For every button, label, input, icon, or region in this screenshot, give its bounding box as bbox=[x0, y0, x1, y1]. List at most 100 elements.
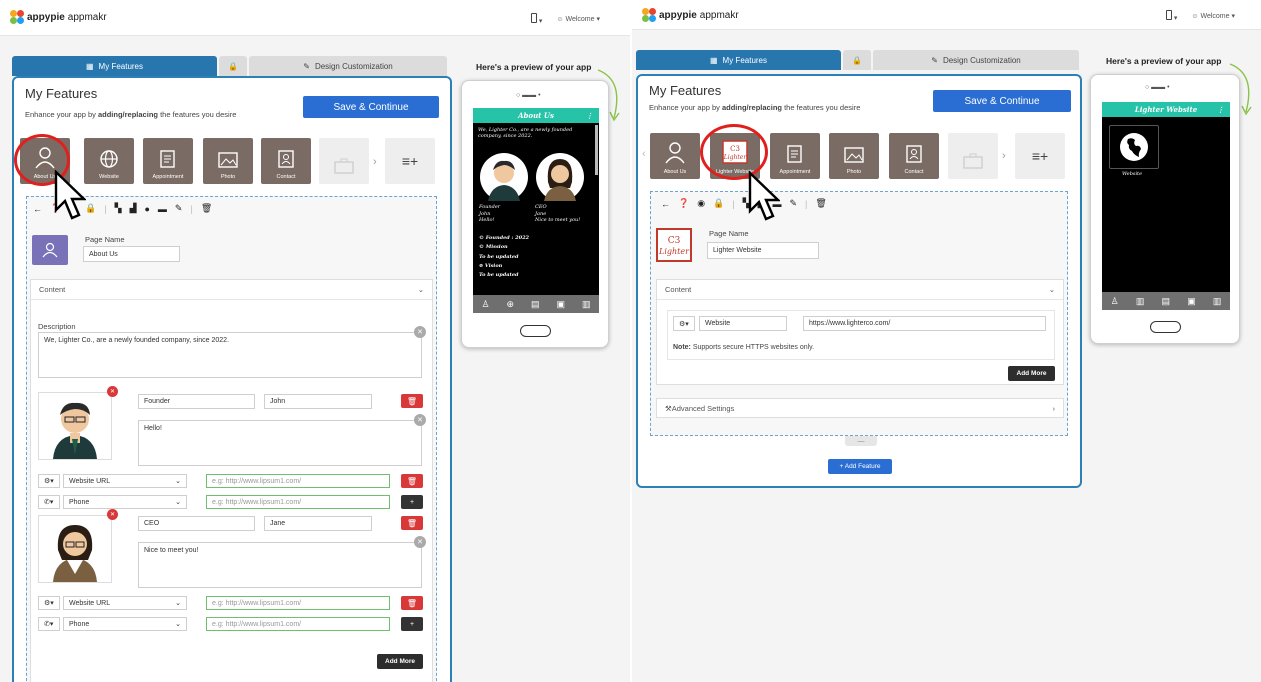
tab-my-features[interactable]: ▦ My Features bbox=[636, 50, 841, 70]
photo-icon[interactable]: ▣ bbox=[556, 299, 565, 310]
ceo-message-textarea[interactable]: Nice to meet you! bbox=[138, 542, 422, 588]
add-feature-icon[interactable]: ≡+ bbox=[385, 138, 435, 184]
collapse-handle[interactable]: — bbox=[845, 436, 877, 446]
welcome-menu[interactable]: ☺ Welcome ▾ bbox=[1191, 12, 1235, 20]
delete-person-button[interactable]: 🗑 bbox=[401, 394, 423, 408]
founder-role-input[interactable]: Founder bbox=[138, 394, 255, 409]
card-icon[interactable]: ▬ bbox=[158, 204, 167, 214]
ceo-name-input[interactable]: Jane bbox=[264, 516, 372, 531]
phone-input[interactable]: e.g: http://www.lipsum1.com/ bbox=[206, 495, 390, 509]
lock-icon[interactable]: 🔒 bbox=[85, 203, 96, 214]
contact-icon[interactable]: ▥ bbox=[1213, 296, 1222, 307]
page-name-input[interactable]: About Us bbox=[83, 246, 180, 262]
website-url-input[interactable]: e.g: http://www.lipsum1.com/ bbox=[206, 596, 390, 610]
appointment-icon[interactable]: ▤ bbox=[531, 299, 540, 310]
appypie-logo[interactable]: appypie appmakr bbox=[10, 10, 107, 24]
chevron-right-icon[interactable]: › bbox=[373, 156, 377, 168]
add-feature-icon[interactable]: ≡+ bbox=[1015, 133, 1065, 179]
founder-photo[interactable] bbox=[38, 392, 112, 460]
ceo-photo[interactable] bbox=[38, 515, 112, 583]
feature-photo[interactable]: Photo bbox=[829, 133, 879, 179]
advanced-settings-section[interactable]: ⚒ Advanced Settings › bbox=[656, 398, 1064, 418]
tab-my-features[interactable]: ▦ My Features bbox=[12, 56, 217, 76]
back-icon[interactable]: ← bbox=[33, 204, 42, 214]
chevron-left-icon[interactable]: ‹ bbox=[642, 148, 646, 160]
add-link-button[interactable]: + bbox=[401, 617, 423, 631]
lock-tab[interactable]: 🔒 bbox=[843, 50, 871, 70]
founder-message-textarea[interactable]: Hello! bbox=[138, 420, 422, 466]
feature-photo[interactable]: Photo bbox=[203, 138, 253, 184]
chevron-right-icon[interactable]: › bbox=[1002, 150, 1006, 162]
person-icon[interactable]: ♙ bbox=[481, 299, 489, 310]
remove-photo-icon[interactable]: ✕ bbox=[107, 386, 118, 397]
link-type-select[interactable]: Website URL ⌄ bbox=[63, 596, 187, 610]
person-icon[interactable]: ♙ bbox=[1111, 296, 1119, 307]
delete-link-button[interactable]: 🗑 bbox=[401, 596, 423, 610]
device-menu[interactable]: ▾ bbox=[530, 13, 542, 25]
edit-icon[interactable]: ✎ bbox=[175, 203, 183, 214]
remove-message-icon[interactable]: ✕ bbox=[414, 536, 426, 548]
remove-photo-icon[interactable]: ✕ bbox=[107, 509, 118, 520]
chart-icon[interactable]: ▟ bbox=[130, 203, 137, 214]
feature-contact[interactable]: Contact bbox=[889, 133, 939, 179]
add-link-button[interactable]: + bbox=[401, 495, 423, 509]
website-tile[interactable] bbox=[1109, 125, 1159, 169]
back-icon[interactable]: ← bbox=[661, 199, 670, 209]
content-header[interactable]: Content ⌄ bbox=[31, 280, 432, 300]
preview-scrollbar[interactable] bbox=[595, 125, 598, 175]
edit-icon[interactable]: ✎ bbox=[789, 198, 797, 209]
phone-input[interactable]: e.g: http://www.lipsum1.com/ bbox=[206, 617, 390, 631]
copy-icon[interactable]: ▚ bbox=[115, 203, 122, 214]
feature-about-us[interactable]: About Us bbox=[650, 133, 700, 179]
feature-contact[interactable]: Contact bbox=[261, 138, 311, 184]
view-icon[interactable]: ◉ bbox=[697, 198, 705, 209]
remove-description-icon[interactable]: ✕ bbox=[414, 326, 426, 338]
feature-website[interactable]: Website bbox=[84, 138, 134, 184]
welcome-menu[interactable]: ☺ Welcome ▾ bbox=[556, 15, 600, 23]
feature-appointment[interactable]: Appointment bbox=[143, 138, 193, 184]
type-select[interactable]: Website bbox=[699, 316, 787, 331]
page-icon-thumb[interactable] bbox=[32, 235, 68, 265]
description-textarea[interactable]: We, Lighter Co., are a newly founded com… bbox=[38, 332, 422, 378]
founder-name-input[interactable]: John bbox=[264, 394, 372, 409]
feature-placeholder[interactable] bbox=[319, 138, 369, 184]
phone-type-icon-select[interactable]: ✆▾ bbox=[38, 495, 60, 509]
lighter-logo-icon[interactable]: ▥ bbox=[1136, 296, 1145, 307]
appointment-icon[interactable]: ▤ bbox=[1162, 296, 1171, 307]
save-continue-button[interactable]: Save & Continue bbox=[933, 90, 1071, 112]
add-more-button[interactable]: Add More bbox=[1008, 366, 1055, 381]
page-name-input[interactable]: Lighter Website bbox=[707, 242, 819, 259]
url-input[interactable]: https://www.lighterco.com/ bbox=[803, 316, 1046, 331]
appypie-logo[interactable]: appypie appmakr bbox=[642, 8, 739, 22]
contact-icon[interactable]: ▥ bbox=[582, 299, 591, 310]
chat-icon[interactable]: ● bbox=[144, 204, 149, 214]
type-icon-select[interactable]: ⚙▾ bbox=[673, 316, 695, 331]
delete-person-button[interactable]: 🗑 bbox=[401, 516, 423, 530]
delete-link-button[interactable]: 🗑 bbox=[401, 474, 423, 488]
device-menu[interactable]: ▾ bbox=[1165, 10, 1177, 22]
remove-message-icon[interactable]: ✕ bbox=[414, 414, 426, 426]
delete-icon[interactable]: 🗑 bbox=[815, 198, 826, 209]
tab-design-customization[interactable]: ✎ Design Customization bbox=[249, 56, 447, 76]
link-type-icon-select[interactable]: ⚙▾ bbox=[38, 596, 60, 610]
link-type-select[interactable]: Website URL ⌄ bbox=[63, 474, 187, 488]
add-more-button[interactable]: Add More bbox=[377, 654, 423, 669]
link-type-icon-select[interactable]: ⚙▾ bbox=[38, 474, 60, 488]
page-icon-thumb[interactable]: C3 Lighter bbox=[656, 228, 692, 262]
globe-icon[interactable]: ⊕ bbox=[507, 299, 515, 310]
photo-icon[interactable]: ▣ bbox=[1187, 296, 1196, 307]
lock-tab[interactable]: 🔒 bbox=[219, 56, 247, 76]
website-url-input[interactable]: e.g: http://www.lipsum1.com/ bbox=[206, 474, 390, 488]
add-feature-button[interactable]: + Add Feature bbox=[828, 459, 892, 474]
phone-type-select[interactable]: Phone ⌄ bbox=[63, 495, 187, 509]
help-icon[interactable]: ❓ bbox=[678, 198, 689, 209]
phone-type-icon-select[interactable]: ✆▾ bbox=[38, 617, 60, 631]
tab-design-customization[interactable]: ✎ Design Customization bbox=[873, 50, 1079, 70]
ceo-role-input[interactable]: CEO bbox=[138, 516, 255, 531]
advanced-settings-header[interactable]: ⚒ Advanced Settings › bbox=[657, 399, 1063, 417]
delete-icon[interactable]: 🗑 bbox=[201, 203, 212, 214]
phone-type-select[interactable]: Phone ⌄ bbox=[63, 617, 187, 631]
lock-icon[interactable]: 🔒 bbox=[713, 198, 724, 209]
content-header[interactable]: Content ⌄ bbox=[657, 280, 1063, 300]
feature-placeholder[interactable] bbox=[948, 133, 998, 179]
